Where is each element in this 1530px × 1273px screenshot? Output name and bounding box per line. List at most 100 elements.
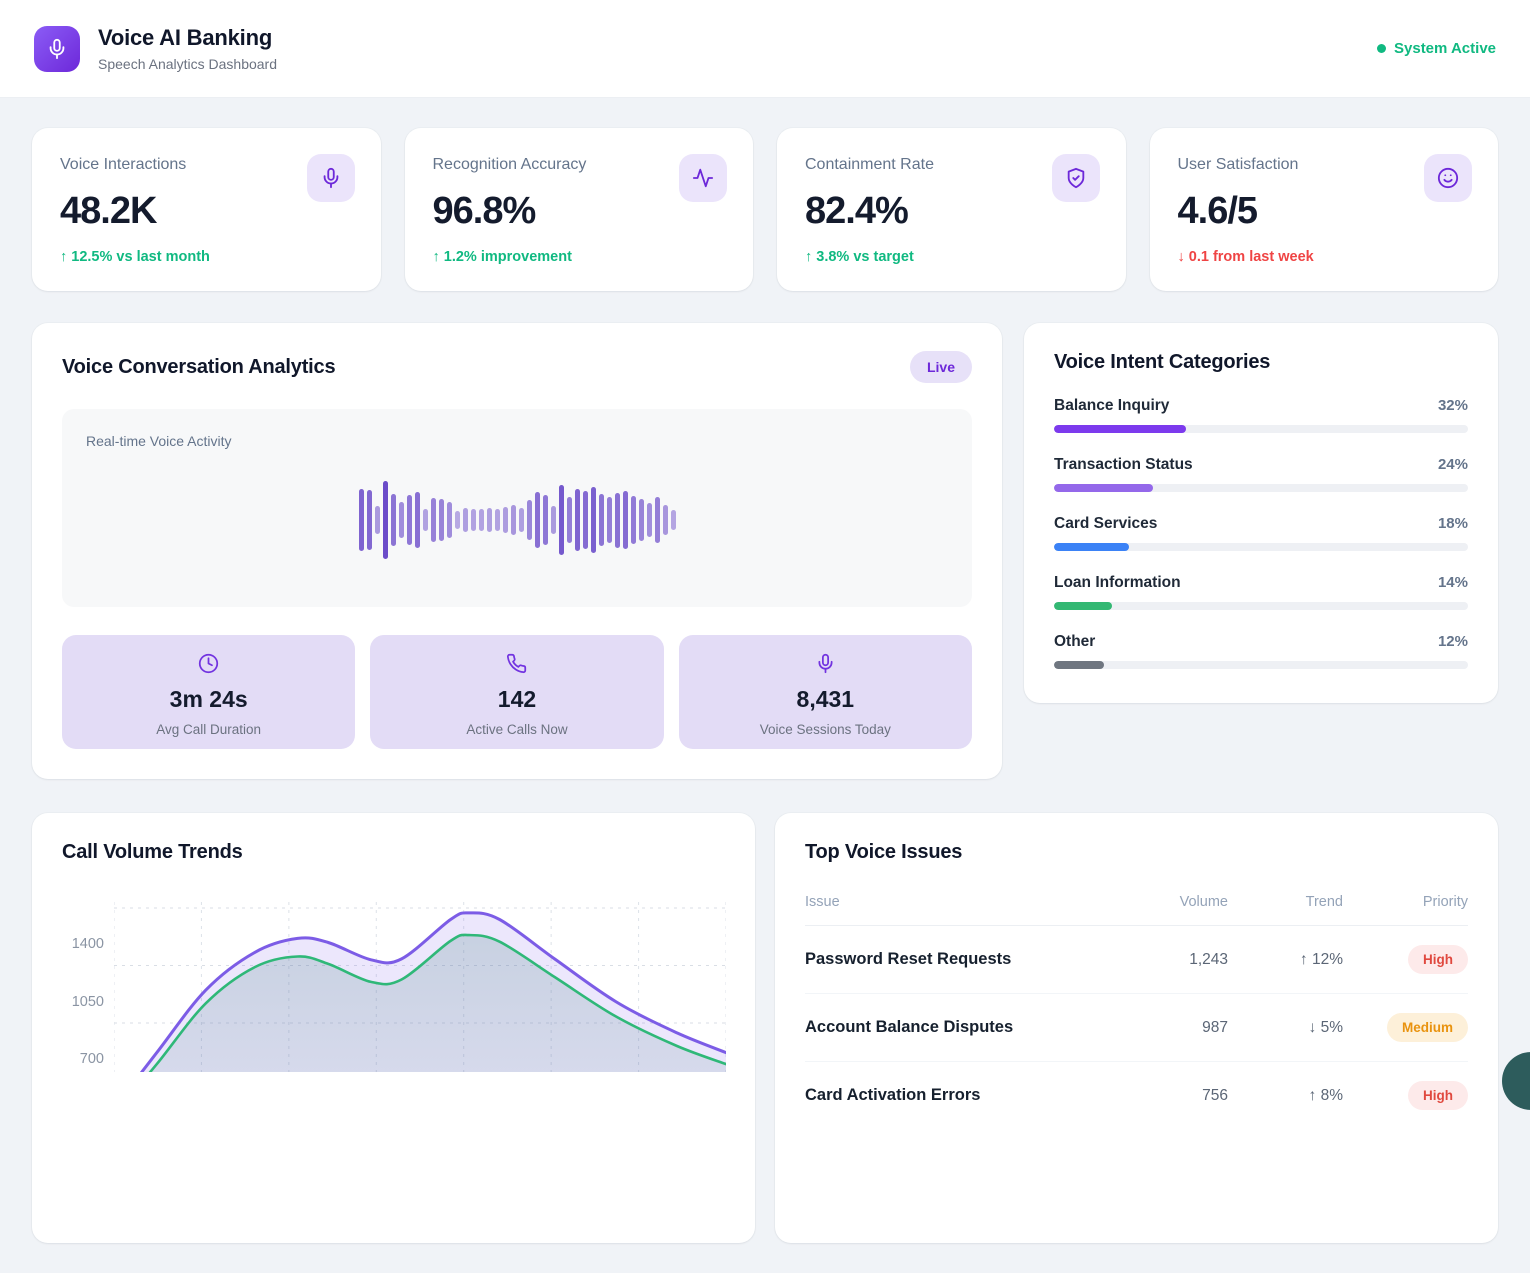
- issue-row: Password Reset Requests 1,243 ↑ 12% High: [805, 926, 1468, 994]
- stat-delta: ↓ 0.1 from last week: [1178, 249, 1471, 265]
- clock-icon: [72, 653, 345, 677]
- area-chart-canvas: [114, 900, 726, 1072]
- stat-delta: ↑ 3.8% vs target: [805, 249, 1098, 265]
- waveform-bar: [607, 497, 612, 543]
- y-axis-tick: 1400: [62, 936, 104, 952]
- intent-row: Balance Inquiry 32%: [1054, 397, 1468, 433]
- waveform-bar: [567, 497, 572, 543]
- intent-label: Card Services: [1054, 515, 1157, 533]
- waveform-bar: [431, 498, 436, 542]
- waveform-bar: [623, 491, 628, 549]
- page-title: Voice AI Banking: [98, 25, 277, 51]
- mic-icon: [689, 653, 962, 677]
- waveform-bar: [367, 490, 372, 550]
- intent-progress-fill: [1054, 661, 1104, 669]
- waveform-bar: [639, 499, 644, 541]
- intent-progress-track: [1054, 661, 1468, 669]
- waveform-bar: [487, 508, 492, 532]
- status-label: System Active: [1394, 40, 1496, 57]
- wave-box-label: Real-time Voice Activity: [86, 433, 948, 449]
- metric-value: 142: [380, 686, 653, 713]
- call-volume-trends-panel: Call Volume Trends 14001050700: [32, 813, 755, 1243]
- column-header: Issue: [805, 894, 1133, 910]
- intents-panel-title: Voice Intent Categories: [1054, 351, 1468, 374]
- column-header: Trend: [1228, 894, 1343, 910]
- waveform-bar: [559, 485, 564, 555]
- conversation-metric-card: 3m 24s Avg Call Duration: [62, 635, 355, 749]
- app-header: Voice AI Banking Speech Analytics Dashbo…: [0, 0, 1530, 98]
- intent-row: Transaction Status 24%: [1054, 456, 1468, 492]
- metric-value: 8,431: [689, 686, 962, 713]
- realtime-voice-activity-box: Real-time Voice Activity: [62, 409, 972, 607]
- intent-label: Transaction Status: [1054, 456, 1193, 474]
- issue-row: Account Balance Disputes 987 ↓ 5% Medium: [805, 994, 1468, 1062]
- smile-icon: [1424, 154, 1472, 202]
- conversation-panel-title: Voice Conversation Analytics: [62, 356, 335, 379]
- stat-card: Recognition Accuracy 96.8% ↑ 1.2% improv…: [405, 128, 754, 291]
- metric-label: Avg Call Duration: [72, 722, 345, 737]
- issue-volume: 756: [1133, 1087, 1228, 1105]
- waveform-bar: [543, 495, 548, 545]
- waveform-bar: [359, 489, 364, 551]
- issue-trend: ↑ 8%: [1228, 1087, 1343, 1105]
- conversation-metric-card: 142 Active Calls Now: [370, 635, 663, 749]
- waveform-bar: [631, 496, 636, 544]
- waveform-bar: [471, 509, 476, 531]
- priority-badge: Medium: [1387, 1013, 1468, 1042]
- activity-icon: [679, 154, 727, 202]
- intent-progress-track: [1054, 602, 1468, 610]
- waveform-bar: [511, 505, 516, 535]
- issue-volume: 1,243: [1133, 951, 1228, 969]
- waveform-bar: [391, 494, 396, 546]
- system-status-badge: System Active: [1377, 40, 1496, 57]
- page-subtitle: Speech Analytics Dashboard: [98, 56, 277, 72]
- waveform-bar: [455, 511, 460, 529]
- stat-card: User Satisfaction 4.6/5 ↓ 0.1 from last …: [1150, 128, 1499, 291]
- issues-table-header: IssueVolumeTrendPriority: [805, 878, 1468, 926]
- waveform-bar: [655, 497, 660, 543]
- priority-badge: High: [1408, 1081, 1468, 1110]
- priority-badge: High: [1408, 945, 1468, 974]
- metric-value: 3m 24s: [72, 686, 345, 713]
- call-volume-chart: 14001050700: [62, 900, 725, 1072]
- waveform-bar: [671, 510, 676, 530]
- top-voice-issues-panel: Top Voice Issues IssueVolumeTrendPriorit…: [775, 813, 1498, 1243]
- stat-delta: ↑ 1.2% improvement: [433, 249, 726, 265]
- intent-percentage: 14%: [1438, 574, 1468, 591]
- waveform-bar: [647, 503, 652, 537]
- intent-percentage: 24%: [1438, 456, 1468, 473]
- waveform-bar: [399, 502, 404, 538]
- waveform-bar: [463, 508, 468, 532]
- stat-delta: ↑ 12.5% vs last month: [60, 249, 353, 265]
- stat-cards-row: Voice Interactions 48.2K ↑ 12.5% vs last…: [32, 128, 1498, 291]
- waveform-bar: [519, 508, 524, 532]
- conversation-metrics-row: 3m 24s Avg Call Duration 142 Active Call…: [62, 635, 972, 749]
- intent-percentage: 32%: [1438, 397, 1468, 414]
- intent-row: Loan Information 14%: [1054, 574, 1468, 610]
- mic-icon: [46, 38, 68, 60]
- stat-value: 48.2K: [60, 190, 353, 233]
- issue-volume: 987: [1133, 1019, 1228, 1037]
- waveform-bar: [423, 509, 428, 531]
- intent-percentage: 12%: [1438, 633, 1468, 650]
- intent-label: Loan Information: [1054, 574, 1181, 592]
- intent-progress-fill: [1054, 484, 1153, 492]
- issue-name: Account Balance Disputes: [805, 1018, 1133, 1037]
- waveform-bar: [575, 489, 580, 551]
- mic-icon: [307, 154, 355, 202]
- intent-label: Balance Inquiry: [1054, 397, 1169, 415]
- waveform-bar: [375, 506, 380, 534]
- issue-trend: ↓ 5%: [1228, 1019, 1343, 1037]
- intent-list: Balance Inquiry 32% Transaction Status 2…: [1054, 397, 1468, 669]
- column-header: Priority: [1343, 894, 1468, 910]
- issue-name: Card Activation Errors: [805, 1086, 1133, 1105]
- app-logo: [34, 26, 80, 72]
- live-badge: Live: [910, 351, 972, 383]
- y-axis-tick: 1050: [62, 994, 104, 1010]
- voice-conversation-analytics-panel: Voice Conversation Analytics Live Real-t…: [32, 323, 1002, 779]
- waveform-bar: [407, 495, 412, 545]
- intent-progress-track: [1054, 484, 1468, 492]
- intent-label: Other: [1054, 633, 1095, 651]
- issue-row: Card Activation Errors 756 ↑ 8% High: [805, 1062, 1468, 1129]
- waveform-bar: [663, 505, 668, 535]
